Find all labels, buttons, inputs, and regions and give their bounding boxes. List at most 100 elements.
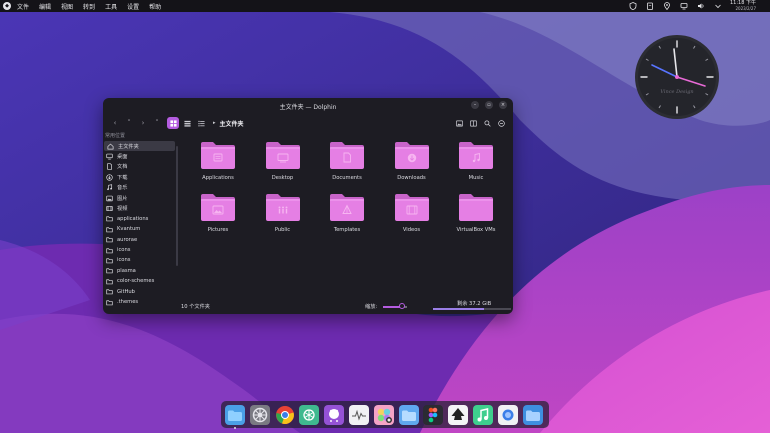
network-icon[interactable] bbox=[680, 2, 688, 10]
sidebar-scrollbar[interactable] bbox=[176, 146, 178, 266]
download-icon bbox=[106, 174, 113, 181]
back-dropdown-icon[interactable]: ˅ bbox=[123, 117, 135, 129]
analog-clock-widget[interactable]: Vince Design bbox=[634, 34, 720, 120]
places-sidebar: 常用位置 主文件夹 桌面文档下载音乐 图片视频 applications Kvantum… bbox=[103, 132, 177, 312]
sidebar-item[interactable]: 文档 bbox=[103, 162, 177, 172]
sidebar-item-label: color-schemes bbox=[117, 278, 155, 285]
menu-view[interactable]: 视图 bbox=[61, 2, 73, 11]
search-button[interactable] bbox=[481, 117, 493, 129]
folder-view: Applications Desktop Documents Downloads Mus… bbox=[181, 132, 513, 298]
forward-dropdown-icon[interactable]: ˅ bbox=[151, 117, 163, 129]
downloads-folder-icon bbox=[394, 140, 430, 170]
system-logo-icon[interactable]: ◆ bbox=[3, 2, 11, 10]
sidebar-item[interactable]: color-schemes bbox=[103, 276, 177, 286]
folder-label: Documents bbox=[332, 175, 362, 181]
chevron-down-icon[interactable] bbox=[714, 2, 722, 10]
sidebar-heading: 常用位置 bbox=[105, 133, 126, 139]
free-space-bar bbox=[433, 308, 511, 310]
figma-icon[interactable] bbox=[423, 404, 444, 425]
sidebar-item-label: 文档 bbox=[117, 164, 128, 171]
compact-view-button[interactable] bbox=[181, 117, 193, 129]
sidebar-item[interactable]: aurorae bbox=[103, 235, 177, 245]
location-icon[interactable] bbox=[663, 2, 671, 10]
sidebar-item[interactable]: icons bbox=[103, 245, 177, 255]
folder-icon bbox=[106, 226, 113, 233]
folder-label: Music bbox=[468, 175, 484, 181]
folder-item[interactable]: Public bbox=[256, 192, 310, 242]
browser-icon[interactable] bbox=[497, 404, 518, 425]
inkscape-icon[interactable] bbox=[448, 404, 469, 425]
photos-icon[interactable] bbox=[373, 404, 394, 425]
picture-icon bbox=[106, 195, 113, 202]
forward-button[interactable]: › bbox=[137, 117, 149, 129]
menu-file[interactable]: 文件 bbox=[17, 2, 29, 11]
menu-tools[interactable]: 工具 bbox=[105, 2, 117, 11]
folder-item[interactable]: Documents bbox=[320, 140, 374, 190]
panel-clock[interactable]: 11:18 下午 2023/2/27 bbox=[730, 1, 756, 12]
volume-icon[interactable] bbox=[697, 2, 705, 10]
dock bbox=[221, 401, 549, 429]
breadcrumb-home[interactable]: 主文件夹 bbox=[220, 119, 244, 128]
minimize-button[interactable]: – bbox=[471, 101, 479, 109]
shield-icon[interactable] bbox=[629, 2, 637, 10]
menu-go[interactable]: 转到 bbox=[83, 2, 95, 11]
sidebar-item[interactable]: 音乐 bbox=[103, 183, 177, 193]
sidebar-item[interactable]: plasma bbox=[103, 266, 177, 276]
sidebar-item[interactable]: 图片 bbox=[103, 193, 177, 203]
sidebar-item[interactable]: GitHub bbox=[103, 286, 177, 296]
sidebar-item[interactable]: applications bbox=[103, 214, 177, 224]
back-button[interactable]: ‹ bbox=[109, 117, 121, 129]
folder-label: Templates bbox=[333, 227, 361, 233]
close-button[interactable]: × bbox=[499, 101, 507, 109]
breadcrumb[interactable]: ▸ 主文件夹 bbox=[213, 119, 244, 128]
sidebar-item[interactable]: 下载 bbox=[103, 172, 177, 182]
sidebar-item-label: aurorae bbox=[117, 236, 138, 243]
activity-monitor-icon[interactable] bbox=[348, 404, 369, 425]
chrome-icon[interactable] bbox=[275, 405, 295, 425]
folder-item[interactable]: VirtualBox VMs bbox=[449, 192, 503, 242]
finder-icon[interactable] bbox=[225, 404, 245, 429]
menu-edit[interactable]: 编辑 bbox=[39, 2, 51, 11]
music-player-icon[interactable] bbox=[472, 404, 493, 425]
menu-button[interactable] bbox=[495, 117, 507, 129]
github-icon[interactable] bbox=[324, 404, 345, 425]
zoom-slider[interactable] bbox=[383, 303, 407, 309]
folder-item[interactable]: Pictures bbox=[191, 192, 245, 242]
chatgpt-icon[interactable] bbox=[299, 404, 320, 425]
folder-item[interactable]: Applications bbox=[191, 140, 245, 190]
clipboard-icon[interactable] bbox=[646, 2, 654, 10]
folder-item[interactable]: Music bbox=[449, 140, 503, 190]
menu-settings[interactable]: 设置 bbox=[127, 2, 139, 11]
sidebar-item-label: Kvantum bbox=[117, 226, 141, 233]
folder-item[interactable]: Templates bbox=[320, 192, 374, 242]
files-icon[interactable] bbox=[398, 404, 419, 425]
search-icon bbox=[483, 119, 491, 127]
dolphin-window: 主文件夹 — Dolphin – ▫ × ‹ ˅ › ˅ ▸ 主文件夹 常用位置… bbox=[103, 98, 513, 314]
top-menubar: ◆ 文件 编辑 视图 转到 工具 设置 帮助 11:18 下午 2023/2/2… bbox=[0, 0, 770, 12]
window-titlebar[interactable]: 主文件夹 — Dolphin – ▫ × bbox=[103, 98, 513, 114]
grid-icon bbox=[169, 119, 177, 127]
details-view-button[interactable] bbox=[195, 117, 207, 129]
folder-icon[interactable] bbox=[522, 404, 543, 425]
folder-item[interactable]: Desktop bbox=[256, 140, 310, 190]
menu-help[interactable]: 帮助 bbox=[149, 2, 161, 11]
sidebar-item[interactable]: icons bbox=[103, 255, 177, 265]
split-view-button[interactable] bbox=[467, 117, 479, 129]
folder-item[interactable]: Downloads bbox=[385, 140, 439, 190]
folder-item[interactable]: Videos bbox=[385, 192, 439, 242]
sidebar-item[interactable]: 桌面 bbox=[103, 151, 177, 161]
sidebar-item[interactable]: Kvantum bbox=[103, 224, 177, 234]
icons-view-button[interactable] bbox=[167, 117, 179, 129]
folder-icon bbox=[106, 247, 113, 254]
settings-icon[interactable] bbox=[249, 404, 270, 425]
breadcrumb-arrow-icon: ▸ bbox=[213, 120, 216, 126]
sidebar-item[interactable]: 主文件夹 bbox=[104, 141, 175, 152]
sidebar-item-label: 下载 bbox=[117, 174, 128, 181]
sidebar-item-label: applications bbox=[117, 215, 149, 222]
preview-button[interactable] bbox=[453, 117, 465, 129]
image-preview-icon bbox=[455, 120, 463, 126]
sidebar-item[interactable]: 视频 bbox=[103, 203, 177, 213]
maximize-button[interactable]: ▫ bbox=[485, 101, 493, 109]
sidebar-item-label: 视频 bbox=[117, 206, 128, 213]
zoom-slider-handle[interactable] bbox=[399, 303, 406, 309]
